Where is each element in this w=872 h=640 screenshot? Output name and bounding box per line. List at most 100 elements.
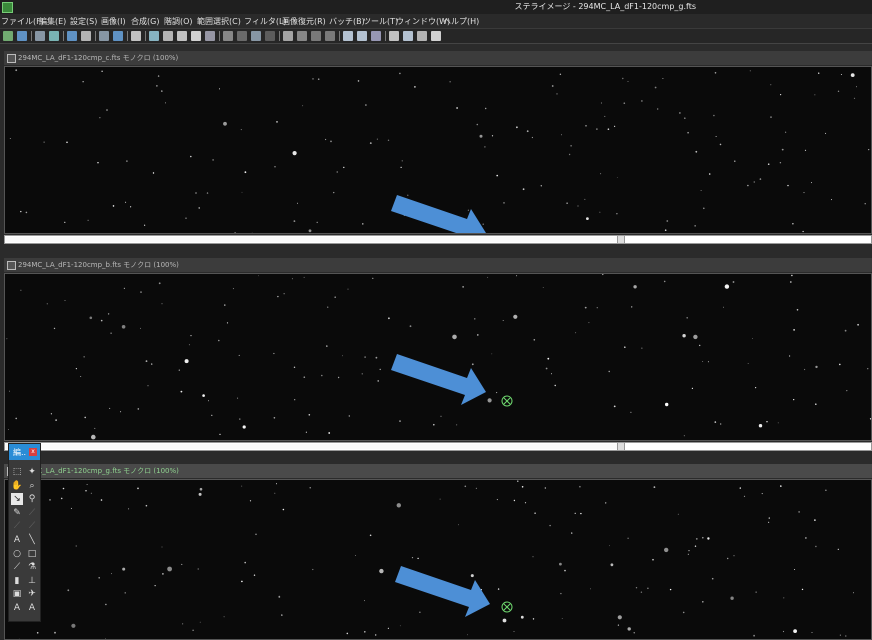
histogram-icon[interactable] <box>49 31 59 41</box>
image-window-caption[interactable]: 294MC_LA_dF1-120cmp_g.fts モノクロ (100%) <box>4 464 872 478</box>
menu-item[interactable]: 合成(G) <box>131 16 159 27</box>
image-window-g[interactable]: 294MC_LA_dF1-120cmp_g.fts モノクロ (100%) <box>4 464 872 640</box>
pen-dim-icon[interactable]: ⟋ <box>26 520 38 532</box>
star <box>780 485 782 487</box>
zoom-out-icon[interactable] <box>371 31 381 41</box>
curves-icon[interactable] <box>81 31 91 41</box>
star <box>723 306 724 308</box>
levels-icon[interactable] <box>67 31 77 41</box>
level-adjust-icon[interactable] <box>283 31 293 41</box>
resize-icon[interactable] <box>205 31 215 41</box>
menu-item[interactable]: 階調(O) <box>164 16 193 27</box>
star <box>513 499 516 502</box>
pointer-icon[interactable]: ↘ <box>11 493 23 506</box>
crop-icon[interactable] <box>191 31 201 41</box>
tone-icon[interactable] <box>297 31 307 41</box>
hand-icon[interactable]: ✋ <box>11 480 23 492</box>
scroll-thumb[interactable] <box>5 444 618 449</box>
zoom-icon[interactable]: ⌕ <box>26 480 38 492</box>
star <box>686 317 688 319</box>
edit-icon[interactable]: ✎ <box>11 507 23 519</box>
image-window-caption[interactable]: 294MC_LA_dF1-120cmp_c.fts モノクロ (100%) <box>4 51 872 65</box>
star-image[interactable] <box>4 66 872 234</box>
line-icon[interactable]: ╲ <box>26 534 38 546</box>
zoom-fit-icon[interactable] <box>343 31 353 41</box>
star-image[interactable] <box>4 273 872 441</box>
open-icon[interactable] <box>3 31 13 41</box>
star <box>793 629 797 633</box>
scroll-splitter[interactable] <box>617 442 625 451</box>
stack-icon[interactable] <box>131 31 141 41</box>
pencil-icon[interactable]: ⟋ <box>11 561 23 573</box>
menu-item[interactable]: ツール(T) <box>363 16 398 27</box>
info-icon[interactable] <box>113 31 123 41</box>
stamp-icon[interactable]: ⊥ <box>26 575 38 587</box>
dot-icon[interactable] <box>265 31 275 41</box>
split-icon[interactable] <box>163 31 173 41</box>
horizontal-scrollbar[interactable]: ◀ <box>4 442 872 451</box>
menu-item[interactable]: ファイル(F) <box>1 16 44 27</box>
tool-palette[interactable]: 編.. x ⬚ ✦ ✋ ⌕ ↘ ⚲ ✎ ⟋ ⟋ ⟋ A ╲ ○ □ ⟋ ⚗ ▮ ⊥ ▣ ✈ A A <box>8 443 41 622</box>
gradient-tool-icon[interactable]: ▮ <box>11 575 23 587</box>
image-icon[interactable]: ▣ <box>11 588 23 600</box>
save-all-icon[interactable] <box>35 31 45 41</box>
star <box>839 634 841 636</box>
scroll-splitter[interactable] <box>617 235 625 244</box>
menu-item[interactable]: 画像復元(R) <box>282 16 326 27</box>
mosaic-icon[interactable] <box>237 31 247 41</box>
menu-item[interactable]: ヘルプ(H) <box>443 16 479 27</box>
tool-palette-header[interactable]: 編.. x <box>9 444 40 460</box>
star <box>309 487 311 489</box>
menu-item[interactable]: フィルタ(L) <box>244 16 287 27</box>
line-dim-icon[interactable]: ⟋ <box>26 507 38 519</box>
menu-item[interactable]: 編集(E) <box>39 16 66 27</box>
eyedropper-icon[interactable]: ⚲ <box>26 493 38 505</box>
menu-item[interactable]: 範囲選択(C) <box>197 16 241 27</box>
star-image[interactable] <box>4 479 872 640</box>
save-icon[interactable] <box>17 31 27 41</box>
star <box>158 282 161 285</box>
horizontal-scrollbar[interactable]: ◀ <box>4 235 872 244</box>
star <box>502 320 504 321</box>
star <box>695 538 698 540</box>
gradient-icon[interactable] <box>311 31 321 41</box>
scroll-thumb[interactable] <box>5 237 618 242</box>
align-icon[interactable] <box>149 31 159 41</box>
close-icon[interactable]: x <box>29 448 37 456</box>
menu-item[interactable]: バッチ(B) <box>329 16 365 27</box>
star-icon[interactable] <box>431 31 441 41</box>
ellipse-icon[interactable]: ○ <box>11 548 23 560</box>
star <box>399 72 401 75</box>
rotate-icon[interactable] <box>389 31 399 41</box>
star <box>154 585 156 587</box>
flip-icon[interactable] <box>417 31 427 41</box>
rectangle-icon[interactable]: □ <box>26 548 38 560</box>
star <box>282 508 285 511</box>
merge-icon[interactable] <box>177 31 187 41</box>
star <box>475 487 477 489</box>
text-icon[interactable]: A <box>11 534 23 546</box>
text-box-icon[interactable]: A <box>11 602 23 614</box>
grid-icon[interactable] <box>223 31 233 41</box>
star-field <box>6 274 871 440</box>
compose-icon[interactable] <box>99 31 109 41</box>
measure-icon[interactable] <box>403 31 413 41</box>
airplane-icon[interactable]: ✈ <box>26 588 38 600</box>
select-rect-icon[interactable]: ⬚ <box>11 466 23 478</box>
star <box>218 339 220 342</box>
magic-wand-icon[interactable]: ✦ <box>26 466 38 478</box>
sphere-icon[interactable] <box>325 31 335 41</box>
zoom-in-icon[interactable] <box>357 31 367 41</box>
image-window-b[interactable]: 294MC_LA_dF1-120cmp_b.fts モノクロ (100%) ◀ <box>4 258 872 454</box>
text-outline-icon[interactable]: A <box>26 602 38 614</box>
menu-item[interactable]: 設定(S) <box>70 16 97 27</box>
star <box>561 618 563 619</box>
tile-icon[interactable] <box>251 31 261 41</box>
image-window-caption[interactable]: 294MC_LA_dF1-120cmp_b.fts モノクロ (100%) <box>4 258 872 272</box>
star <box>449 81 451 83</box>
menu-item[interactable]: 画像(I) <box>101 16 126 27</box>
fill-icon[interactable]: ⚗ <box>26 561 38 573</box>
image-window-c[interactable]: 294MC_LA_dF1-120cmp_c.fts モノクロ (100%) ◀ <box>4 51 872 247</box>
star <box>532 618 535 620</box>
brush-dim-icon[interactable]: ⟋ <box>11 520 23 532</box>
